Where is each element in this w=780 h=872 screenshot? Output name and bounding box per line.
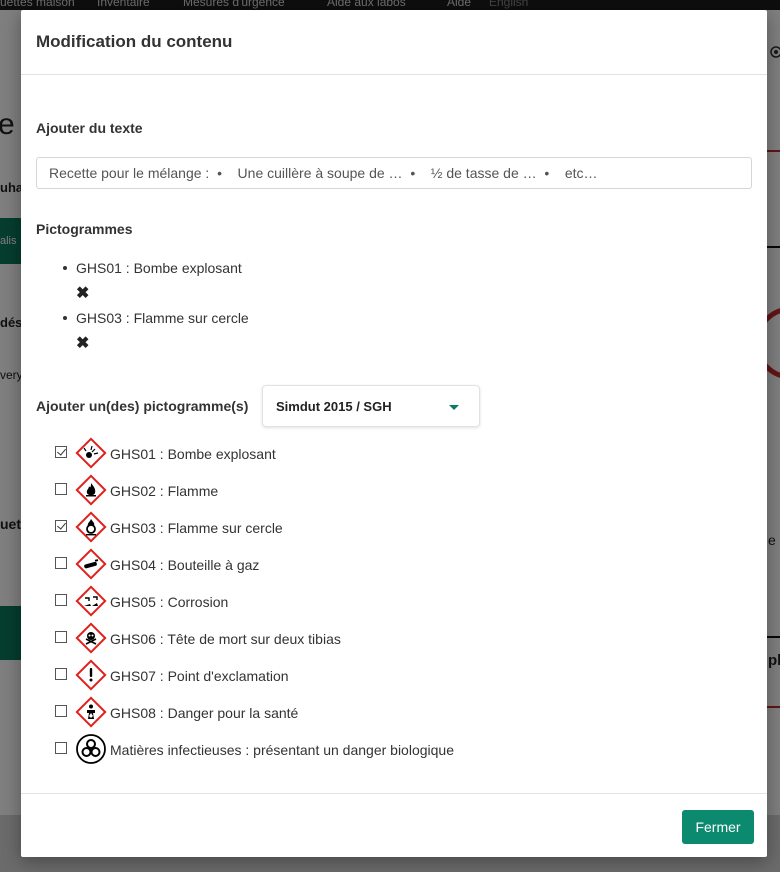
ghs08-health-hazard-icon	[75, 696, 107, 728]
close-button[interactable]: Fermer	[682, 810, 754, 844]
bullet-icon	[63, 316, 67, 320]
selected-pictogram-item: GHS03 : Flamme sur cercle ✖	[36, 308, 436, 358]
pictogram-choice[interactable]: GHS05 : Corrosion	[55, 585, 655, 622]
pictogram-choice[interactable]: GHS04 : Bouteille à gaz	[55, 548, 655, 585]
checkbox[interactable]	[55, 557, 67, 569]
pictogram-choice[interactable]: GHS01 : Bombe explosant	[55, 437, 655, 474]
selected-pictogram-item: GHS01 : Bombe explosant ✖	[36, 258, 436, 308]
choice-label: GHS04 : Bouteille à gaz	[110, 557, 260, 573]
checkbox[interactable]	[55, 668, 67, 680]
checkbox[interactable]	[55, 742, 67, 754]
checkbox[interactable]	[55, 446, 67, 458]
pictograms-label: Pictogrammes	[36, 221, 133, 237]
ghs04-gas-cylinder-icon	[75, 548, 107, 580]
checkbox[interactable]	[55, 483, 67, 495]
choice-label: Matières infectieuses : présentant un da…	[110, 742, 454, 758]
choice-label: GHS03 : Flamme sur cercle	[110, 520, 283, 536]
selected-pictogram-name: GHS03 : Flamme sur cercle	[76, 310, 249, 326]
add-text-label: Ajouter du texte	[36, 120, 143, 136]
choice-label: GHS08 : Danger pour la santé	[110, 705, 299, 721]
edit-content-modal: Modification du contenu Ajouter du texte…	[21, 10, 767, 857]
selected-pictogram-name: GHS01 : Bombe explosant	[76, 260, 242, 276]
chevron-down-icon	[449, 405, 459, 410]
bullet-icon	[63, 266, 67, 270]
standard-select[interactable]: Simdut 2015 / SGH	[262, 385, 480, 427]
pictogram-choice[interactable]: GHS08 : Danger pour la santé	[55, 696, 655, 733]
remove-icon[interactable]: ✖	[76, 286, 89, 302]
content-text-input[interactable]	[36, 157, 752, 189]
ghs01-exploding-bomb-icon	[75, 437, 107, 469]
ghs02-flame-icon	[75, 474, 107, 506]
ghs06-skull-crossbones-icon	[75, 622, 107, 654]
pictogram-choice[interactable]: Matières infectieuses : présentant un da…	[55, 733, 655, 770]
modal-title: Modification du contenu	[36, 32, 233, 51]
modal-header: Modification du contenu	[21, 10, 767, 75]
choice-label: GHS06 : Tête de mort sur deux tibias	[110, 631, 341, 647]
choice-label: GHS07 : Point d'exclamation	[110, 668, 289, 684]
checkbox[interactable]	[55, 520, 67, 532]
ghs03-flame-over-circle-icon	[75, 511, 107, 543]
choice-label: GHS01 : Bombe explosant	[110, 446, 276, 462]
pictogram-choice[interactable]: GHS07 : Point d'exclamation	[55, 659, 655, 696]
checkbox[interactable]	[55, 705, 67, 717]
pictogram-choice[interactable]: GHS02 : Flamme	[55, 474, 655, 511]
add-pictograms-label: Ajouter un(des) pictogramme(s)	[36, 398, 249, 414]
remove-icon[interactable]: ✖	[76, 336, 89, 352]
pictogram-choice[interactable]: GHS06 : Tête de mort sur deux tibias	[55, 622, 655, 659]
choice-label: GHS02 : Flamme	[110, 483, 219, 499]
biohazard-icon	[76, 734, 106, 764]
pictogram-choice-list: GHS01 : Bombe explosant GHS02 : Flamme G…	[55, 437, 655, 770]
ghs07-exclamation-icon	[75, 659, 107, 691]
ghs05-corrosion-icon	[75, 585, 107, 617]
standard-select-value: Simdut 2015 / SGH	[276, 398, 392, 414]
selected-pictograms-list: GHS01 : Bombe explosant ✖ GHS03 : Flamme…	[36, 258, 436, 358]
modal-footer: Fermer	[21, 793, 767, 858]
choice-label: GHS05 : Corrosion	[110, 594, 229, 610]
checkbox[interactable]	[55, 631, 67, 643]
pictogram-choice[interactable]: GHS03 : Flamme sur cercle	[55, 511, 655, 548]
checkbox[interactable]	[55, 594, 67, 606]
